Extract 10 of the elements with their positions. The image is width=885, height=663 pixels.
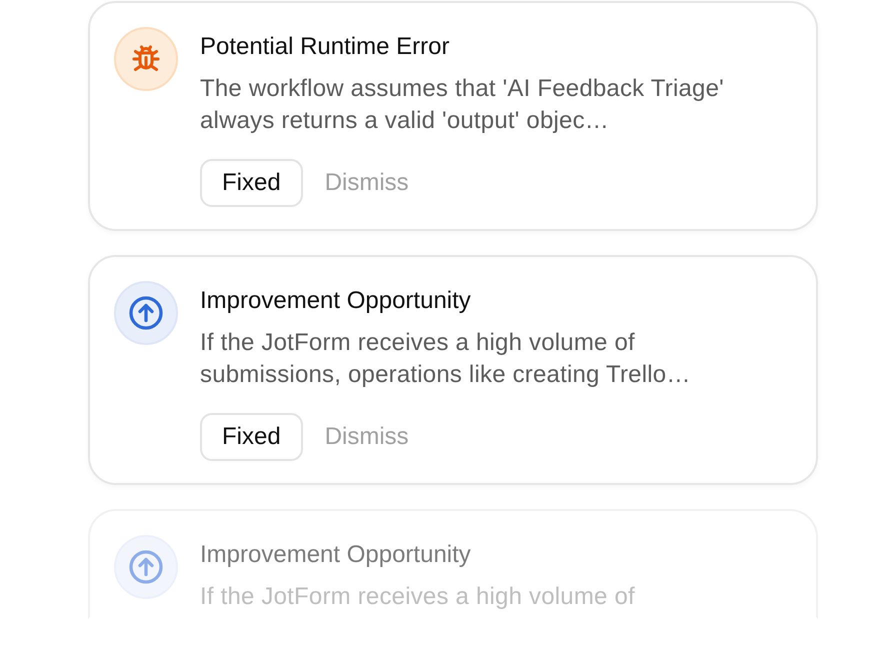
issue-description: If the JotForm receives a high volume of submissions, operations like creating Trello…	[200, 328, 692, 390]
fixed-button[interactable]: Fixed	[200, 413, 303, 461]
issue-description: The workflow assumes that 'AI Feedback Triage' always returns a valid 'output' objec…	[200, 74, 725, 136]
issue-description: If the JotForm receives a high volume of	[200, 582, 636, 612]
arrow-up-circle-icon	[128, 295, 164, 331]
issue-title: Improvement Opportunity	[200, 540, 472, 570]
issue-title: Potential Runtime Error	[200, 32, 450, 62]
issue-title: Improvement Opportunity	[200, 286, 472, 316]
fixed-button[interactable]: Fixed	[200, 159, 303, 207]
arrow-up-circle-icon	[128, 549, 164, 585]
